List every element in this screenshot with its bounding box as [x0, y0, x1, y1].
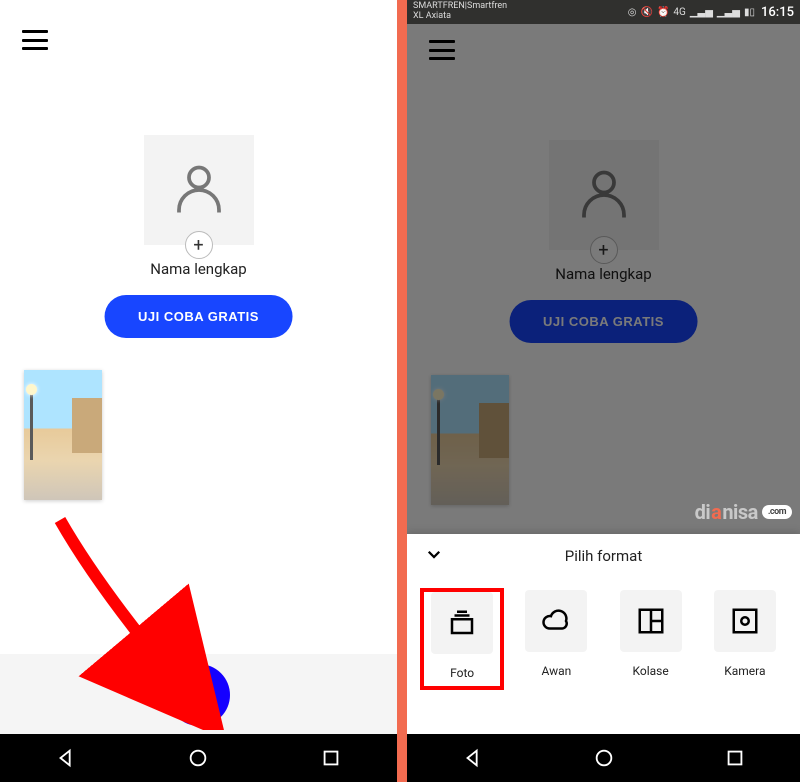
- signal-icon: ▁▃▅: [690, 7, 713, 18]
- android-navbar: [0, 734, 397, 782]
- add-avatar-button[interactable]: +: [185, 231, 213, 259]
- nav-recent-icon[interactable]: [724, 747, 746, 769]
- format-label: Foto: [450, 666, 474, 680]
- watermark: dianisa .com: [695, 500, 792, 524]
- screenshot-right: + Nama lengkap UJI COBA GRATIS SMARTFREN…: [407, 0, 800, 782]
- free-trial-button[interactable]: UJI COBA GRATIS: [104, 295, 293, 338]
- format-option-awan[interactable]: Awan: [516, 590, 596, 688]
- battery-icon: ▮▯: [744, 7, 755, 18]
- format-label: Awan: [541, 664, 571, 678]
- camera-icon: [714, 590, 776, 652]
- clock: 16:15: [761, 5, 794, 20]
- avatar-placeholder[interactable]: +: [144, 135, 254, 245]
- project-thumbnail[interactable]: [24, 370, 102, 500]
- hotspot-icon: ◎: [628, 7, 637, 18]
- cloud-icon: [525, 590, 587, 652]
- photo-stack-icon: [431, 592, 493, 654]
- format-sheet: Pilih format Foto: [407, 534, 800, 734]
- nav-back-icon[interactable]: [462, 747, 484, 769]
- mute-icon: 🔇: [641, 7, 653, 18]
- plus-icon: +: [188, 674, 208, 716]
- add-fab-button[interactable]: +: [168, 664, 230, 726]
- format-option-foto[interactable]: Foto: [422, 590, 502, 688]
- screenshot-left: + Nama lengkap UJI COBA GRATIS +: [0, 0, 397, 782]
- format-option-kolase[interactable]: Kolase: [611, 590, 691, 688]
- nav-home-icon[interactable]: [187, 747, 209, 769]
- android-navbar: [407, 734, 800, 782]
- signal-icon-2: ▁▃▅: [717, 7, 740, 18]
- format-label: Kolase: [633, 664, 669, 678]
- alarm-icon: ⏰: [657, 7, 669, 18]
- format-label: Kamera: [724, 664, 765, 678]
- sheet-title: Pilih format: [425, 547, 782, 565]
- carrier-2: XL Axiata: [413, 12, 507, 22]
- menu-icon[interactable]: [22, 30, 48, 50]
- name-label: Nama lengkap: [0, 260, 397, 278]
- nav-home-icon[interactable]: [593, 747, 615, 769]
- status-bar: SMARTFREN|Smartfren XL Axiata ◎ 🔇 ⏰ 4G ▁…: [407, 0, 800, 24]
- collage-icon: [620, 590, 682, 652]
- nav-back-icon[interactable]: [55, 747, 77, 769]
- person-icon: [169, 160, 229, 220]
- network-type: 4G: [673, 7, 685, 18]
- format-option-kamera[interactable]: Kamera: [705, 590, 785, 688]
- nav-recent-icon[interactable]: [320, 747, 342, 769]
